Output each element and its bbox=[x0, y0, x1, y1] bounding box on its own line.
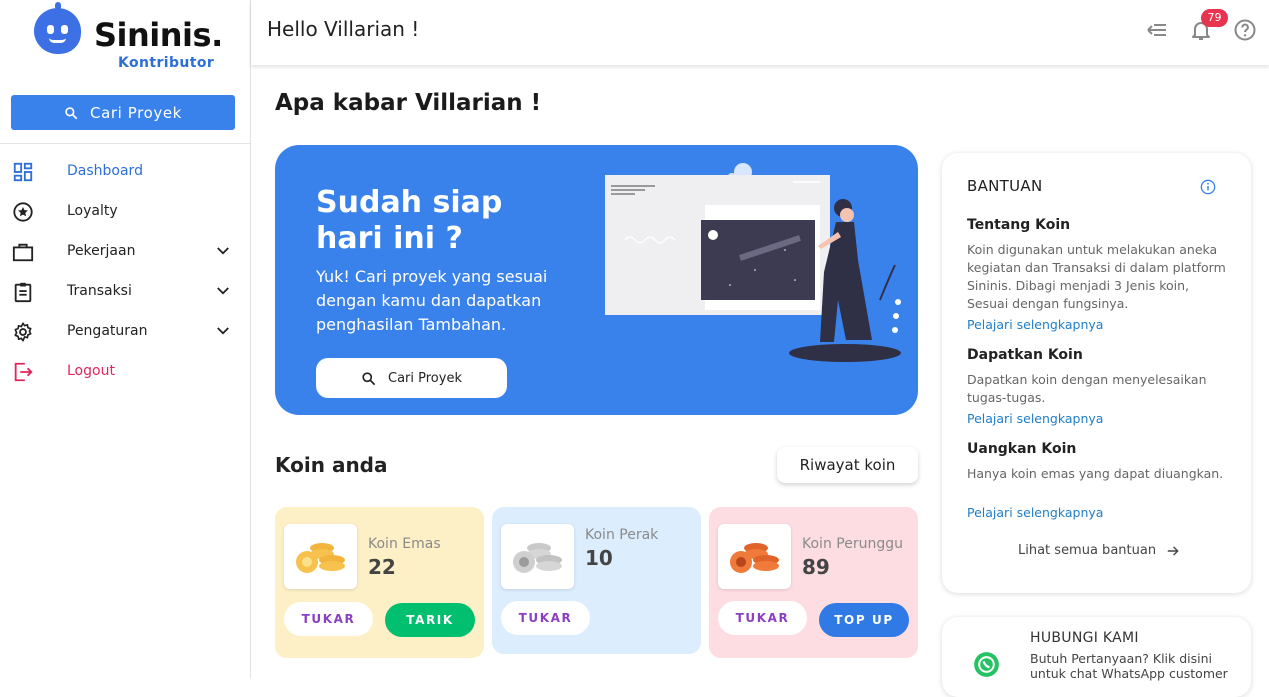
help-section-text: Koin digunakan untuk melakukan aneka keg… bbox=[967, 242, 1226, 311]
sidebar-item-label: Dashboard bbox=[67, 163, 143, 179]
withdraw-button[interactable]: TARIK bbox=[385, 603, 475, 637]
coin-name: Koin Emas bbox=[368, 536, 441, 552]
clipboard-icon bbox=[14, 282, 32, 303]
gear-icon bbox=[14, 322, 32, 342]
greeting: Hello Villarian ! bbox=[267, 17, 420, 41]
sidebar: Sininis. Kontributor Cari Proyek Dashboa… bbox=[0, 0, 251, 679]
arrow-right-icon bbox=[1167, 545, 1179, 556]
search-project-label: Cari Proyek bbox=[90, 103, 182, 122]
briefcase-icon bbox=[12, 243, 34, 262]
top-bar: Hello Villarian ! 79 bbox=[251, 0, 1269, 65]
see-all-help-label: Lihat semua bantuan bbox=[1018, 543, 1157, 558]
hero-heading: Sudah siap hari ini ? bbox=[316, 185, 503, 256]
exchange-button[interactable]: TUKAR bbox=[501, 601, 590, 635]
hero-button-label: Cari Proyek bbox=[388, 370, 462, 386]
contact-title: HUBUNGI KAMI bbox=[1030, 630, 1139, 646]
silver-coins-icon bbox=[501, 524, 574, 589]
search-icon bbox=[65, 106, 78, 119]
exchange-button[interactable]: TUKAR bbox=[718, 601, 807, 635]
divider bbox=[0, 143, 250, 144]
coin-history-button[interactable]: Riwayat koin bbox=[777, 447, 918, 483]
sidebar-item-dashboard[interactable]: Dashboard bbox=[0, 151, 250, 191]
bronze-coins-icon bbox=[718, 524, 791, 589]
sidebar-item-label: Loyalty bbox=[67, 203, 118, 219]
brand-logo[interactable]: Sininis. Kontributor bbox=[34, 2, 234, 78]
sidebar-item-loyalty[interactable]: Loyalty bbox=[0, 191, 250, 231]
coin-value: 22 bbox=[368, 555, 396, 579]
chevron-down-icon[interactable] bbox=[214, 284, 232, 298]
hero-text: Yuk! Cari proyek yang sesuai dengan kamu… bbox=[316, 267, 548, 334]
sidebar-item-label: Transaksi bbox=[67, 283, 132, 299]
coin-value: 89 bbox=[802, 555, 830, 579]
sidebar-item-label: Pekerjaan bbox=[67, 243, 136, 259]
learn-more-link[interactable]: Pelajari selengkapnya bbox=[967, 505, 1103, 520]
help-section-title: Uangkan Koin bbox=[967, 441, 1077, 457]
help-section-text: Hanya koin emas yang dapat diuangkan. bbox=[967, 466, 1224, 481]
sidebar-item-logout[interactable]: Logout bbox=[0, 351, 250, 391]
info-icon[interactable] bbox=[1200, 179, 1216, 195]
help-icon[interactable] bbox=[1233, 18, 1257, 42]
sidebar-item-pengaturan[interactable]: Pengaturan bbox=[0, 311, 250, 351]
brand-role: Kontributor bbox=[118, 55, 215, 71]
coin-name: Koin Perunggu bbox=[802, 536, 903, 552]
page-title: Apa kabar Villarian ! bbox=[275, 90, 542, 116]
logout-icon bbox=[14, 362, 33, 382]
gold-coins-icon bbox=[284, 524, 357, 589]
help-panel: BANTUAN Tentang Koin Koin digunakan untu… bbox=[942, 153, 1251, 593]
brand-name: Sininis. bbox=[94, 16, 223, 54]
coin-card-silver: Koin Perak 10 TUKAR bbox=[492, 507, 701, 654]
woman-presenting-illustration bbox=[605, 163, 901, 362]
learn-more-link[interactable]: Pelajari selengkapnya bbox=[967, 317, 1103, 332]
help-section-title: Dapatkan Koin bbox=[967, 347, 1083, 363]
sidebar-item-transaksi[interactable]: Transaksi bbox=[0, 271, 250, 311]
top-up-button[interactable]: TOP UP bbox=[819, 603, 909, 637]
sidebar-item-label: Logout bbox=[67, 363, 115, 379]
notification-badge: 79 bbox=[1201, 9, 1228, 27]
hero-search-button[interactable]: Cari Proyek bbox=[316, 358, 507, 398]
exchange-button[interactable]: TUKAR bbox=[284, 602, 373, 636]
robot-logo-icon bbox=[34, 2, 81, 54]
help-section-title: Tentang Koin bbox=[967, 217, 1071, 233]
collapse-menu-icon[interactable] bbox=[1145, 18, 1169, 42]
sidebar-item-label: Pengaturan bbox=[67, 323, 148, 339]
help-section-text: Dapatkan koin dengan menyelesaikan tugas… bbox=[967, 372, 1207, 405]
whatsapp-icon bbox=[974, 652, 999, 677]
coin-card-bronze: Koin Perunggu 89 TUKAR TOP UP bbox=[709, 507, 918, 658]
star-circle-icon bbox=[13, 202, 33, 222]
search-icon bbox=[362, 371, 375, 385]
dashboard-icon bbox=[13, 162, 33, 182]
sidebar-nav: Dashboard Loyalty Pekerjaan Transaksi Pe… bbox=[0, 151, 250, 391]
contact-card[interactable]: HUBUNGI KAMI Butuh Pertanyaan? Klik disi… bbox=[942, 617, 1251, 697]
coin-card-gold: Koin Emas 22 TUKAR TARIK bbox=[275, 507, 484, 658]
learn-more-link[interactable]: Pelajari selengkapnya bbox=[967, 411, 1103, 426]
see-all-help-link[interactable]: Lihat semua bantuan bbox=[1018, 543, 1180, 558]
search-project-button[interactable]: Cari Proyek bbox=[11, 95, 235, 130]
contact-text: Butuh Pertanyaan? Klik disini untuk chat… bbox=[1030, 651, 1228, 681]
chevron-down-icon[interactable] bbox=[214, 324, 232, 338]
hero-banner: Sudah siap hari ini ? Yuk! Cari proyek y… bbox=[275, 145, 918, 415]
sidebar-item-pekerjaan[interactable]: Pekerjaan bbox=[0, 231, 250, 271]
help-title: BANTUAN bbox=[967, 177, 1043, 195]
chevron-down-icon[interactable] bbox=[214, 244, 232, 258]
coin-name: Koin Perak bbox=[585, 527, 659, 543]
coins-section-title: Koin anda bbox=[275, 453, 388, 477]
coin-value: 10 bbox=[585, 546, 613, 570]
